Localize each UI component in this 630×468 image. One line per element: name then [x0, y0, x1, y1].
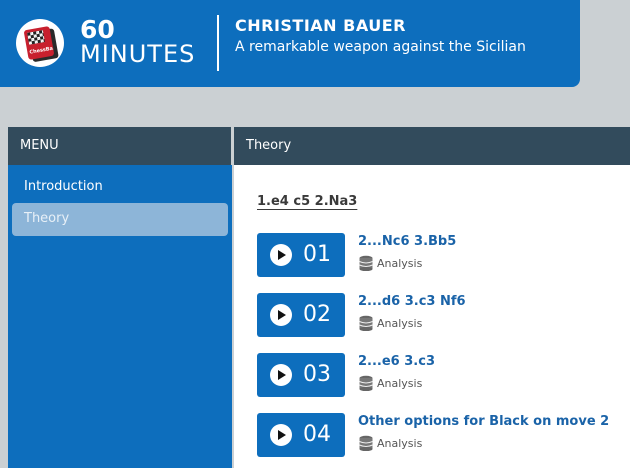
- lesson-tag: Analysis: [377, 437, 423, 450]
- play-icon: [270, 304, 292, 326]
- play-button[interactable]: 04: [257, 413, 345, 457]
- lesson-title-link[interactable]: 2...d6 3.c3 Nf6: [358, 294, 466, 309]
- database-icon: [359, 315, 373, 331]
- play-button[interactable]: 01: [257, 233, 345, 277]
- lesson-item: 04 Other options for Black on move 2 Ana…: [257, 413, 630, 457]
- menu-header: MENU: [8, 127, 231, 165]
- content-panel: 1.e4 c5 2.Na3 01 2...Nc6 3.Bb5 Analysis …: [234, 165, 630, 468]
- sidebar-menu: Introduction Theory: [8, 165, 232, 468]
- header-divider: [217, 15, 219, 71]
- play-button[interactable]: 02: [257, 293, 345, 337]
- lesson-number: 04: [303, 422, 331, 447]
- sidebar-item-theory[interactable]: Theory: [12, 203, 228, 236]
- brand-word: MINUTES: [80, 40, 196, 68]
- author-name: CHRISTIAN BAUER: [235, 16, 406, 35]
- logo-text: ChessBase: [29, 44, 55, 56]
- lesson-item: 01 2...Nc6 3.Bb5 Analysis: [257, 233, 630, 277]
- sidebar-item-introduction[interactable]: Introduction: [12, 171, 228, 202]
- lesson-number: 02: [303, 302, 331, 327]
- database-icon: [359, 435, 373, 451]
- database-icon: [359, 255, 373, 271]
- lesson-tag: Analysis: [377, 317, 423, 330]
- lesson-tag: Analysis: [377, 257, 423, 270]
- course-subtitle: A remarkable weapon against the Sicilian: [235, 39, 526, 55]
- lesson-tag: Analysis: [377, 377, 423, 390]
- section-title[interactable]: 1.e4 c5 2.Na3: [257, 194, 357, 209]
- play-icon: [270, 364, 292, 386]
- lesson-title-link[interactable]: Other options for Black on move 2: [358, 414, 609, 429]
- play-icon: [270, 424, 292, 446]
- lesson-item: 02 2...d6 3.c3 Nf6 Analysis: [257, 293, 630, 337]
- lesson-item: 03 2...e6 3.c3 Analysis: [257, 353, 630, 397]
- lesson-title-link[interactable]: 2...Nc6 3.Bb5: [358, 234, 456, 249]
- course-header: ChessBase 60 MINUTES CHRISTIAN BAUER A r…: [0, 0, 580, 87]
- lesson-title-link[interactable]: 2...e6 3.c3: [358, 354, 435, 369]
- database-icon: [359, 375, 373, 391]
- lesson-number: 01: [303, 242, 331, 267]
- content-header: Theory: [234, 127, 630, 165]
- play-button[interactable]: 03: [257, 353, 345, 397]
- lesson-number: 03: [303, 362, 331, 387]
- play-icon: [270, 244, 292, 266]
- chessbase-logo-icon: ChessBase: [16, 19, 64, 67]
